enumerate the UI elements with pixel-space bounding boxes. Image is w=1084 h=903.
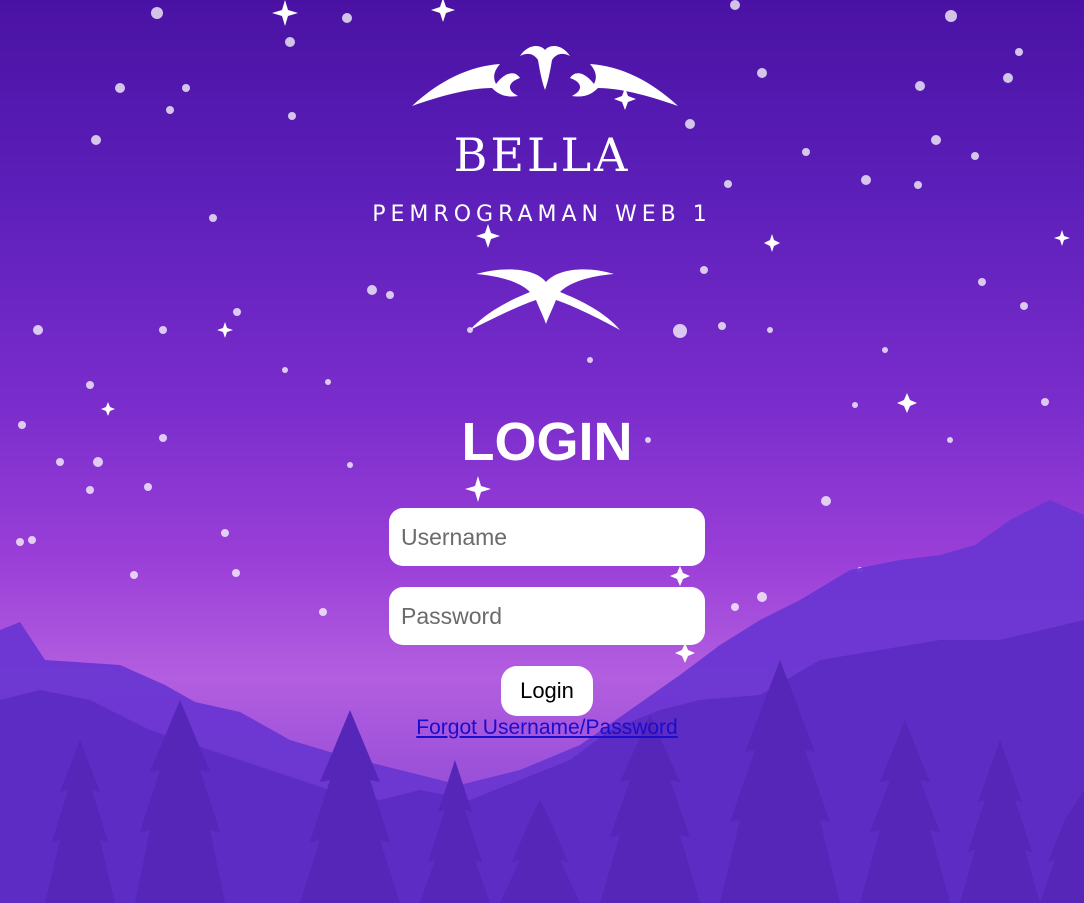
username-input[interactable] (389, 508, 705, 566)
forgot-link-container: Forgot Username/Password (0, 716, 1084, 740)
tribal-wings-icon (412, 46, 678, 106)
login-button[interactable]: Login (501, 666, 593, 716)
brand-name: BELLA (453, 128, 631, 182)
tribal-crest-icon (470, 269, 620, 330)
password-input[interactable] (389, 587, 705, 645)
login-title: LOGIN (461, 412, 633, 472)
brand-subtitle: PEMROGRAMAN WEB 1 (372, 202, 712, 227)
forgot-credentials-link[interactable]: Forgot Username/Password (416, 716, 677, 739)
